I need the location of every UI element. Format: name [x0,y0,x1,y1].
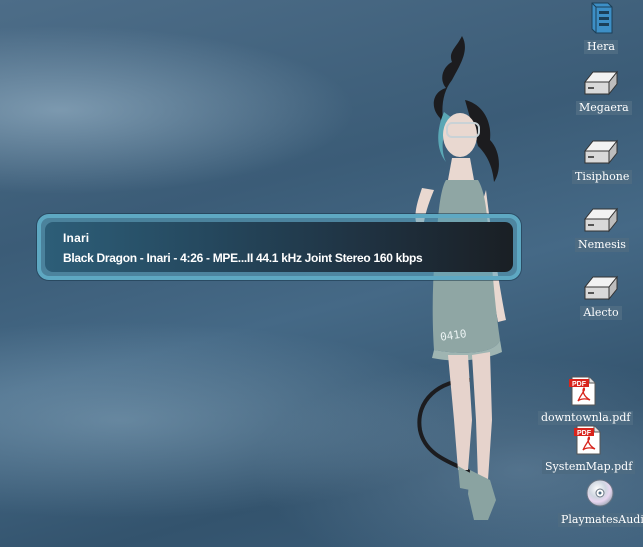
desktop[interactable]: 0410 Inari Black Dragon - Inari - 4:26 -… [0,0,643,547]
now-playing-details: Black Dragon - Inari - 4:26 - MPE...II 4… [63,251,423,265]
now-playing-title: Inari [63,231,90,245]
hard-drive-icon [583,70,619,96]
desktop-icon-label: downtownla.pdf [538,411,634,425]
desktop-icon-label: Nemesis [575,238,629,252]
desktop-icon-megaera[interactable]: Megaera [576,70,632,115]
desktop-icon-downtownla-pdf[interactable]: PDF downtownla.pdf [538,376,634,425]
desktop-icon-label: Alecto [580,306,622,320]
svg-text:PDF: PDF [572,381,587,388]
desktop-icon-label: PlaymatesAudio [558,513,643,527]
hard-drive-icon [583,207,619,233]
desktop-icon-label: Tisiphone [572,170,633,184]
desktop-icon-alecto[interactable]: Alecto [578,275,624,320]
desktop-icon-systemmap-pdf[interactable]: PDF SystemMap.pdf [542,425,636,474]
desktop-icon-hera[interactable]: Hera [580,1,622,54]
svg-text:PDF: PDF [577,430,592,437]
desktop-icon-label: SystemMap.pdf [542,460,636,474]
hard-drive-icon [583,139,619,165]
hard-drive-icon [583,275,619,301]
desktop-icon-nemesis[interactable]: Nemesis [575,207,629,252]
desktop-icon-label: Hera [584,40,618,54]
pdf-file-icon: PDF [569,376,596,406]
wallpaper-figure [415,113,506,520]
desktop-icon-playmatesaudio[interactable]: PlaymatesAudio [558,478,643,527]
desktop-icon-tisiphone[interactable]: Tisiphone [572,139,633,184]
audio-cd-icon [586,479,614,507]
desktop-icon-label: Megaera [576,101,632,115]
computer-icon [591,2,613,34]
pdf-file-icon: PDF [574,425,601,455]
now-playing-notification: Inari Black Dragon - Inari - 4:26 - MPE.… [37,214,521,280]
